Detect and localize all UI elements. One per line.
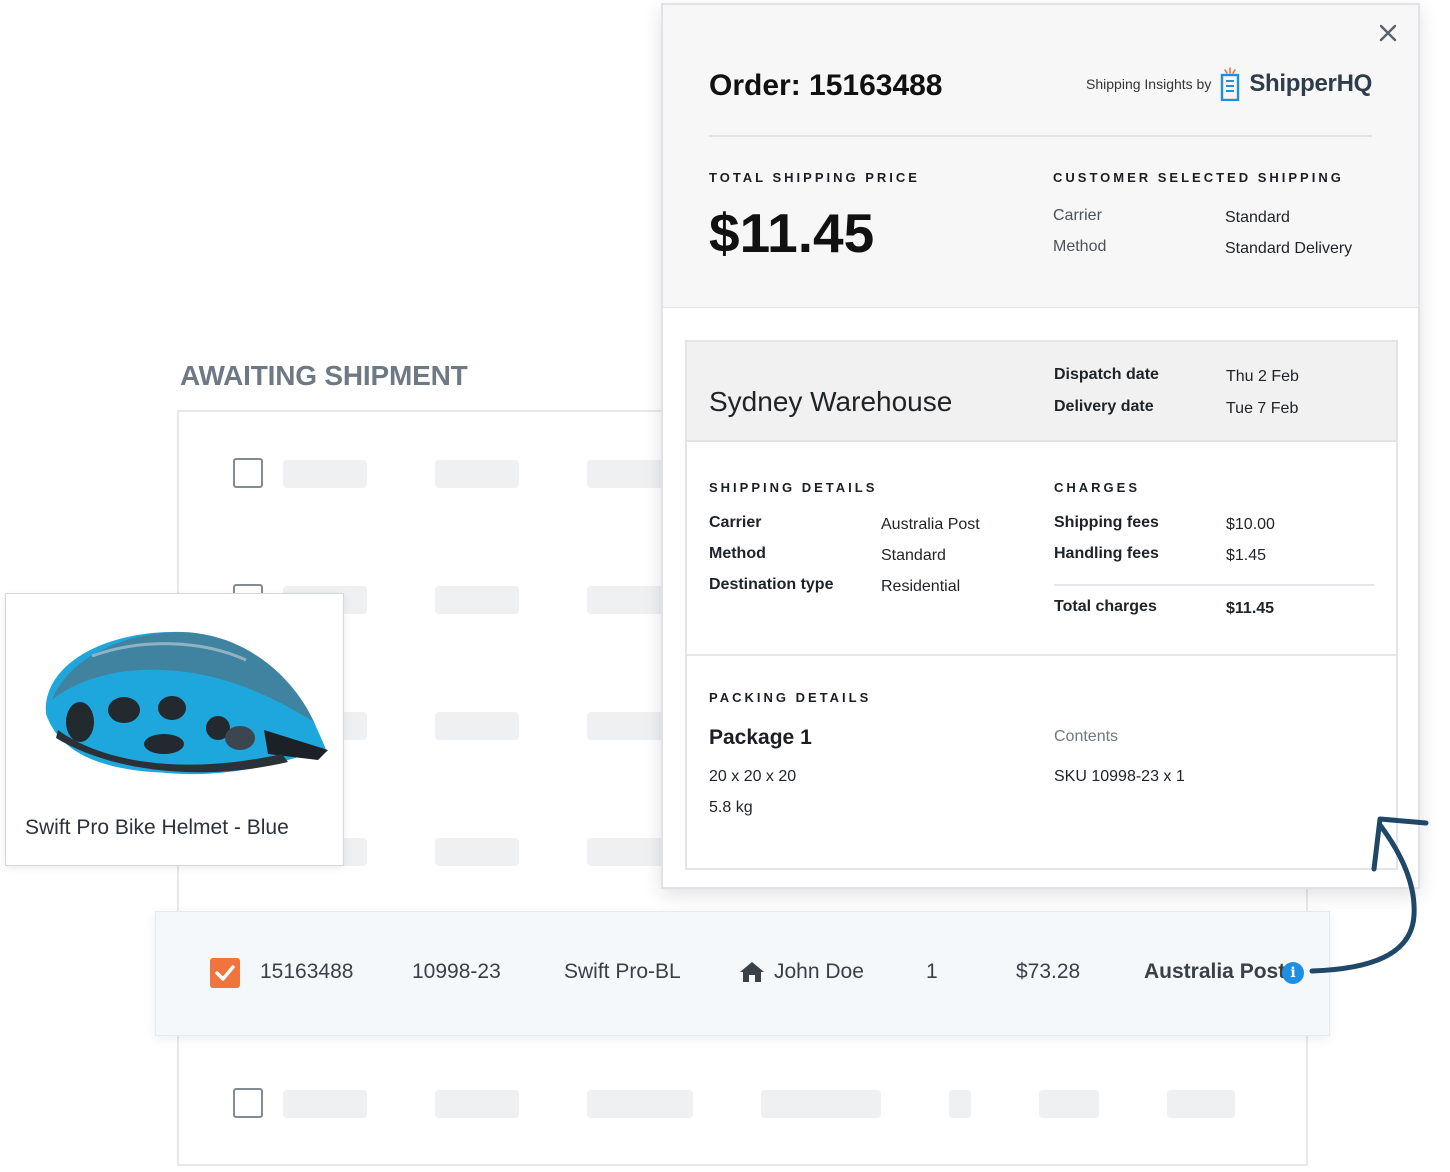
carrier-cell: Australia Post (1144, 960, 1286, 983)
order-id-cell: 15163488 (260, 960, 354, 983)
customer-selected-label: CUSTOMER SELECTED SHIPPING (1053, 170, 1344, 185)
delivery-date-key: Delivery date (1054, 398, 1154, 415)
method-key: Method (1053, 238, 1107, 255)
shipping-fees-value: $10.00 (1226, 516, 1275, 533)
sd-destination-value: Residential (881, 578, 961, 595)
shipperhq-logo-icon (1221, 67, 1240, 101)
delivery-date-value: Tue 7 Feb (1226, 400, 1299, 417)
total-shipping-price: $11.45 (709, 202, 875, 264)
contents-label: Contents (1054, 728, 1119, 745)
shipping-insights-brand: Shipping Insights by ShipperHQ (1086, 67, 1372, 101)
charges-divider (1054, 584, 1374, 586)
table-row[interactable] (179, 1042, 1306, 1118)
shipping-insights-modal: Order: 15163488 Shipping Insights by Shi… (661, 3, 1420, 889)
sd-method-value: Standard (881, 547, 946, 564)
placeholder-cell (283, 460, 367, 488)
sd-carrier-key: Carrier (709, 514, 762, 531)
placeholder-cell (587, 1090, 693, 1118)
package-weight: 5.8 kg (709, 799, 753, 816)
bike-helmet-image (45, 631, 328, 775)
placeholder-cell (283, 1090, 367, 1118)
brand-name: ShipperHQ (1249, 70, 1372, 97)
placeholder-cell (949, 1090, 971, 1118)
placeholder-cell (587, 712, 671, 740)
handling-fees-key: Handling fees (1054, 545, 1159, 562)
shipping-fees-key: Shipping fees (1054, 514, 1159, 531)
placeholder-cell (587, 586, 671, 614)
placeholder-cell (587, 838, 671, 866)
home-icon (740, 962, 764, 982)
product-code-cell: Swift Pro-BL (564, 960, 681, 983)
total-shipping-label: TOTAL SHIPPING PRICE (709, 170, 920, 185)
total-charges-key: Total charges (1054, 598, 1157, 615)
carrier-value: Standard (1225, 209, 1290, 226)
placeholder-cell (435, 1090, 519, 1118)
sd-destination-key: Destination type (709, 576, 834, 593)
order-title: Order: 15163488 (709, 69, 943, 102)
package-dimensions: 20 x 20 x 20 (709, 768, 797, 785)
warehouse-card: Sydney Warehouse Dispatch date Thu 2 Feb… (685, 340, 1398, 870)
carrier-key: Carrier (1053, 207, 1102, 224)
close-icon[interactable] (1376, 21, 1400, 45)
dispatch-date-key: Dispatch date (1054, 366, 1159, 383)
packing-details-label: PACKING DETAILS (709, 690, 872, 705)
insights-label: Shipping Insights by (1086, 76, 1212, 92)
total-cell: $73.28 (1016, 960, 1081, 983)
customer-cell: John Doe (774, 960, 864, 983)
placeholder-cell (761, 1090, 881, 1118)
row-checkbox[interactable] (233, 458, 263, 488)
product-preview-card: Swift Pro Bike Helmet - Blue (5, 593, 344, 866)
warehouse-header: Sydney Warehouse Dispatch date Thu 2 Feb… (687, 342, 1396, 442)
checkmark-icon (215, 965, 235, 981)
quantity-cell: 1 (926, 960, 938, 983)
sku-cell: 10998-23 (412, 960, 501, 983)
dispatch-date-value: Thu 2 Feb (1226, 368, 1299, 385)
method-value: Standard Delivery (1225, 240, 1353, 257)
curved-arrow-icon (1309, 816, 1429, 974)
row-checkbox-checked[interactable] (210, 958, 240, 988)
sd-method-key: Method (709, 545, 766, 562)
warehouse-name: Sydney Warehouse (709, 386, 953, 417)
contents-value: SKU 10998-23 x 1 (1054, 768, 1185, 785)
package-name: Package 1 (709, 726, 812, 749)
row-checkbox[interactable] (233, 1088, 263, 1118)
placeholder-cell (435, 586, 519, 614)
placeholder-cell (435, 838, 519, 866)
placeholder-cell (1039, 1090, 1099, 1118)
section-title: AWAITING SHIPMENT (180, 360, 468, 391)
shipping-details-label: SHIPPING DETAILS (709, 480, 878, 495)
section-divider (687, 654, 1396, 656)
total-charges-value: $11.45 (1226, 600, 1275, 617)
product-name: Swift Pro Bike Helmet - Blue (25, 816, 289, 839)
placeholder-cell (435, 460, 519, 488)
placeholder-cell (587, 460, 671, 488)
placeholder-cell (1167, 1090, 1235, 1118)
placeholder-cell (435, 712, 519, 740)
charges-label: CHARGES (1054, 480, 1141, 495)
header-divider (709, 135, 1372, 137)
handling-fees-value: $1.45 (1226, 547, 1267, 564)
selected-order-row[interactable]: 15163488 10998-23 Swift Pro-BL John Doe … (155, 911, 1330, 1036)
sd-carrier-value: Australia Post (881, 516, 980, 533)
